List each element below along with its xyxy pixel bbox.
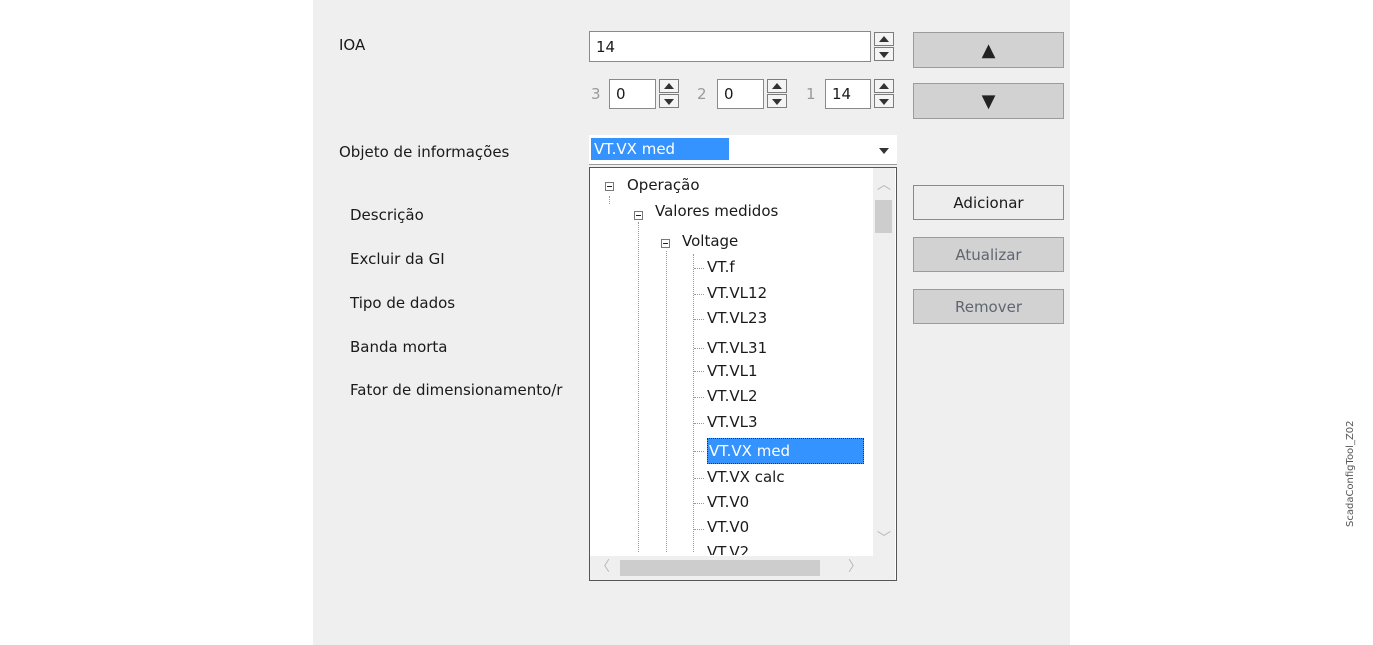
tree-vertical-scroll-thumb[interactable] xyxy=(875,200,892,233)
octet-2-input[interactable]: 0 xyxy=(717,79,764,109)
tree-leaf-selected[interactable]: VT.VX med xyxy=(707,438,864,464)
collapse-icon[interactable] xyxy=(634,211,643,220)
tree-leaf[interactable]: VT.VL31 xyxy=(707,338,767,358)
tree-leaf[interactable]: VT.VL3 xyxy=(707,412,758,432)
tree-leaf[interactable]: VT.VL23 xyxy=(707,308,767,328)
tree-node-voltage[interactable]: Voltage xyxy=(682,231,738,251)
remover-button[interactable]: Remover xyxy=(913,289,1064,324)
tree-connector xyxy=(694,478,704,479)
octet-1-input[interactable]: 14 xyxy=(825,79,871,109)
arrow-up-icon: ▲ xyxy=(981,39,996,61)
ioa-input[interactable]: 14 xyxy=(589,31,871,62)
excluir-gi-label: Excluir da GI xyxy=(350,250,445,268)
scrollbar-corner xyxy=(873,556,895,580)
tree-leaf[interactable]: VT.VL1 xyxy=(707,361,758,381)
tree-connector xyxy=(694,348,704,349)
octet-3-spinner[interactable] xyxy=(659,79,679,109)
move-down-button[interactable]: ▼ xyxy=(913,83,1064,119)
spin-up-icon xyxy=(879,36,889,42)
tree-connector xyxy=(694,371,704,372)
octet-3-index: 3 xyxy=(591,85,601,103)
octet-3-input[interactable]: 0 xyxy=(609,79,656,109)
adicionar-button[interactable]: Adicionar xyxy=(913,185,1064,220)
tree-connector xyxy=(694,451,704,452)
tree-connector xyxy=(694,423,704,424)
spin-up-button[interactable] xyxy=(874,32,894,46)
spin-down-button[interactable] xyxy=(874,94,894,108)
tree-leaf[interactable]: VT.f xyxy=(707,257,735,277)
tree-connector xyxy=(694,268,704,269)
collapse-icon[interactable] xyxy=(661,239,670,248)
tree-node-valores-medidos[interactable]: Valores medidos xyxy=(655,201,778,221)
atualizar-button[interactable]: Atualizar xyxy=(913,237,1064,272)
side-caption: ScadaConfigTool_Z02 xyxy=(1345,420,1356,527)
spin-down-icon xyxy=(772,99,782,105)
spin-down-icon xyxy=(879,52,889,58)
tree-connector xyxy=(666,251,667,552)
tipo-dados-label: Tipo de dados xyxy=(350,294,456,312)
spin-up-button[interactable] xyxy=(767,79,787,93)
tree-leaf[interactable]: VT.V0 xyxy=(707,492,749,512)
move-up-button[interactable]: ▲ xyxy=(913,32,1064,68)
tree-connector xyxy=(694,529,704,530)
spin-up-button[interactable] xyxy=(659,79,679,93)
spin-up-icon xyxy=(772,83,782,89)
tree-horizontal-scroll-thumb[interactable] xyxy=(620,560,820,576)
spin-down-icon xyxy=(664,99,674,105)
spin-up-button[interactable] xyxy=(874,79,894,93)
ioa-label: IOA xyxy=(339,36,366,54)
fator-label: Fator de dimensionamento/r xyxy=(350,381,563,399)
scroll-down-icon[interactable]: ﹀ xyxy=(877,532,891,546)
spin-down-button[interactable] xyxy=(874,47,894,61)
scroll-up-icon[interactable]: ︿ xyxy=(877,178,891,192)
scroll-left-icon[interactable]: 〈 xyxy=(596,560,610,574)
octet-2-spinner[interactable] xyxy=(767,79,787,109)
octet-1-value: 14 xyxy=(832,85,852,103)
spin-down-button[interactable] xyxy=(767,94,787,108)
ioa-value: 14 xyxy=(596,37,616,56)
tree-leaf[interactable]: VT.VL12 xyxy=(707,283,767,303)
tree-leaf[interactable]: VT.V0 xyxy=(707,517,749,537)
tree-connector xyxy=(694,294,704,295)
info-object-label: Objeto de informações xyxy=(339,143,510,161)
chevron-down-icon[interactable] xyxy=(879,148,889,154)
info-object-combobox[interactable]: VT.VX med xyxy=(589,135,897,165)
descricao-label: Descrição xyxy=(350,206,424,224)
collapse-icon[interactable] xyxy=(605,182,614,191)
tree-leaf[interactable]: VT.V2 xyxy=(707,542,749,555)
octet-2-value: 0 xyxy=(724,85,734,103)
tree-connector xyxy=(638,222,639,552)
octet-2-index: 2 xyxy=(697,85,707,103)
tree-leaf[interactable]: VT.VL2 xyxy=(707,386,758,406)
octet-1-spinner[interactable] xyxy=(874,79,894,109)
arrow-down-icon: ▼ xyxy=(981,90,996,112)
info-object-value: VT.VX med xyxy=(591,138,729,160)
tree-connector xyxy=(694,397,704,398)
spin-up-icon xyxy=(879,83,889,89)
tree-connector xyxy=(693,254,694,552)
tree-connector xyxy=(609,196,610,204)
octet-3-value: 0 xyxy=(616,85,626,103)
tree-connector xyxy=(694,319,704,320)
tree-node-operacao[interactable]: Operação xyxy=(627,175,700,195)
tree-connector xyxy=(694,503,704,504)
spin-up-icon xyxy=(664,83,674,89)
spin-down-button[interactable] xyxy=(659,94,679,108)
spin-down-icon xyxy=(879,99,889,105)
tree-leaf[interactable]: VT.VX calc xyxy=(707,467,785,487)
octet-1-index: 1 xyxy=(806,85,816,103)
ioa-spinner[interactable] xyxy=(874,32,894,62)
scroll-right-icon[interactable]: 〉 xyxy=(848,560,862,574)
banda-morta-label: Banda morta xyxy=(350,338,448,356)
